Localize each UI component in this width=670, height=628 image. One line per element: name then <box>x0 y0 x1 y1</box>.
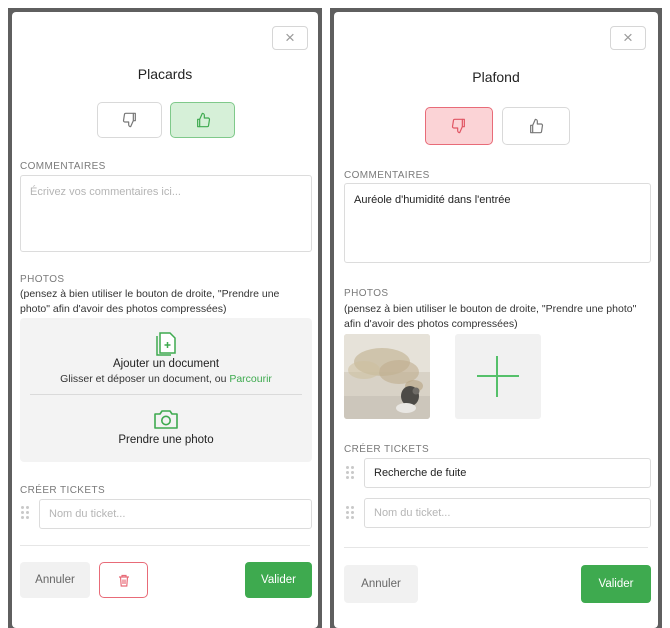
photos-hint: (pensez à bien utiliser le bouton de dro… <box>344 303 637 330</box>
drag-handle[interactable] <box>21 506 31 519</box>
photos-label: PHOTOS <box>344 288 389 299</box>
modal-title: Plafond <box>472 69 520 85</box>
thumbs-up-icon <box>530 118 544 134</box>
footer-divider <box>344 547 648 548</box>
thumbs-down-button[interactable] <box>97 102 162 138</box>
cancel-button[interactable]: Annuler <box>344 565 418 603</box>
take-photo-button[interactable]: Prendre une photo <box>20 404 312 452</box>
right-modal: × Plafond COMMENTAIRES Auréole d'humidit… <box>334 12 658 628</box>
ticket-name-input[interactable]: Recherche de fuite <box>364 458 651 488</box>
comments-textarea[interactable]: Écrivez vos commentaires ici... <box>20 175 312 252</box>
thumbs-down-button[interactable] <box>425 107 493 145</box>
drag-drop-text: Glisser et déposer un document, ou Parco… <box>60 373 272 385</box>
comments-textarea[interactable]: Auréole d'humidité dans l'entrée <box>344 183 651 263</box>
tickets-label: CRÉER TICKETS <box>20 485 106 496</box>
delete-button[interactable] <box>99 562 148 598</box>
thumbs-up-icon <box>196 112 210 128</box>
upload-divider <box>30 394 302 395</box>
comments-label: COMMENTAIRES <box>20 161 106 172</box>
close-button[interactable]: × <box>610 26 646 50</box>
drag-handle-icon <box>346 466 356 479</box>
thumbs-down-icon <box>122 112 136 128</box>
right-panel: × Plafond COMMENTAIRES Auréole d'humidit… <box>330 8 662 628</box>
validate-button[interactable]: Valider <box>581 565 651 603</box>
take-photo-label: Prendre une photo <box>118 434 214 446</box>
thumbs-down-icon <box>451 118 465 134</box>
add-photo-button[interactable] <box>455 334 541 419</box>
validate-button[interactable]: Valider <box>245 562 312 598</box>
drag-handle-icon <box>346 506 356 519</box>
drag-handle[interactable] <box>346 506 356 519</box>
left-panel: × Placards COMMENTAIRES Écrivez vos comm… <box>8 8 322 628</box>
thumbs-up-button[interactable] <box>170 102 235 138</box>
trash-icon <box>118 574 129 587</box>
close-icon: × <box>623 28 633 47</box>
tickets-label: CRÉER TICKETS <box>344 444 430 455</box>
close-icon: × <box>285 28 295 47</box>
modal-title: Placards <box>137 66 193 82</box>
left-modal: × Placards COMMENTAIRES Écrivez vos comm… <box>12 12 318 628</box>
camera-icon <box>154 410 178 429</box>
photo-thumbnail[interactable] <box>344 334 430 419</box>
ticket-name-input[interactable]: Nom du ticket... <box>39 499 312 529</box>
photos-label: PHOTOS <box>20 274 65 285</box>
cancel-button[interactable]: Annuler <box>20 562 90 598</box>
comments-label: COMMENTAIRES <box>344 170 430 181</box>
document-add-icon[interactable] <box>156 330 178 356</box>
upload-zone: Ajouter un document Glisser et déposer u… <box>20 318 312 462</box>
drag-handle[interactable] <box>346 466 356 479</box>
photos-hint: (pensez à bien utiliser le bouton de dro… <box>20 288 280 315</box>
browse-link[interactable]: Parcourir <box>229 373 272 385</box>
drag-handle-icon <box>21 506 31 519</box>
footer-divider <box>20 545 310 546</box>
add-document-label: Ajouter un document <box>112 358 220 370</box>
close-button[interactable]: × <box>272 26 308 50</box>
ticket-name-input[interactable]: Nom du ticket... <box>364 498 651 528</box>
thumbs-up-button[interactable] <box>502 107 570 145</box>
